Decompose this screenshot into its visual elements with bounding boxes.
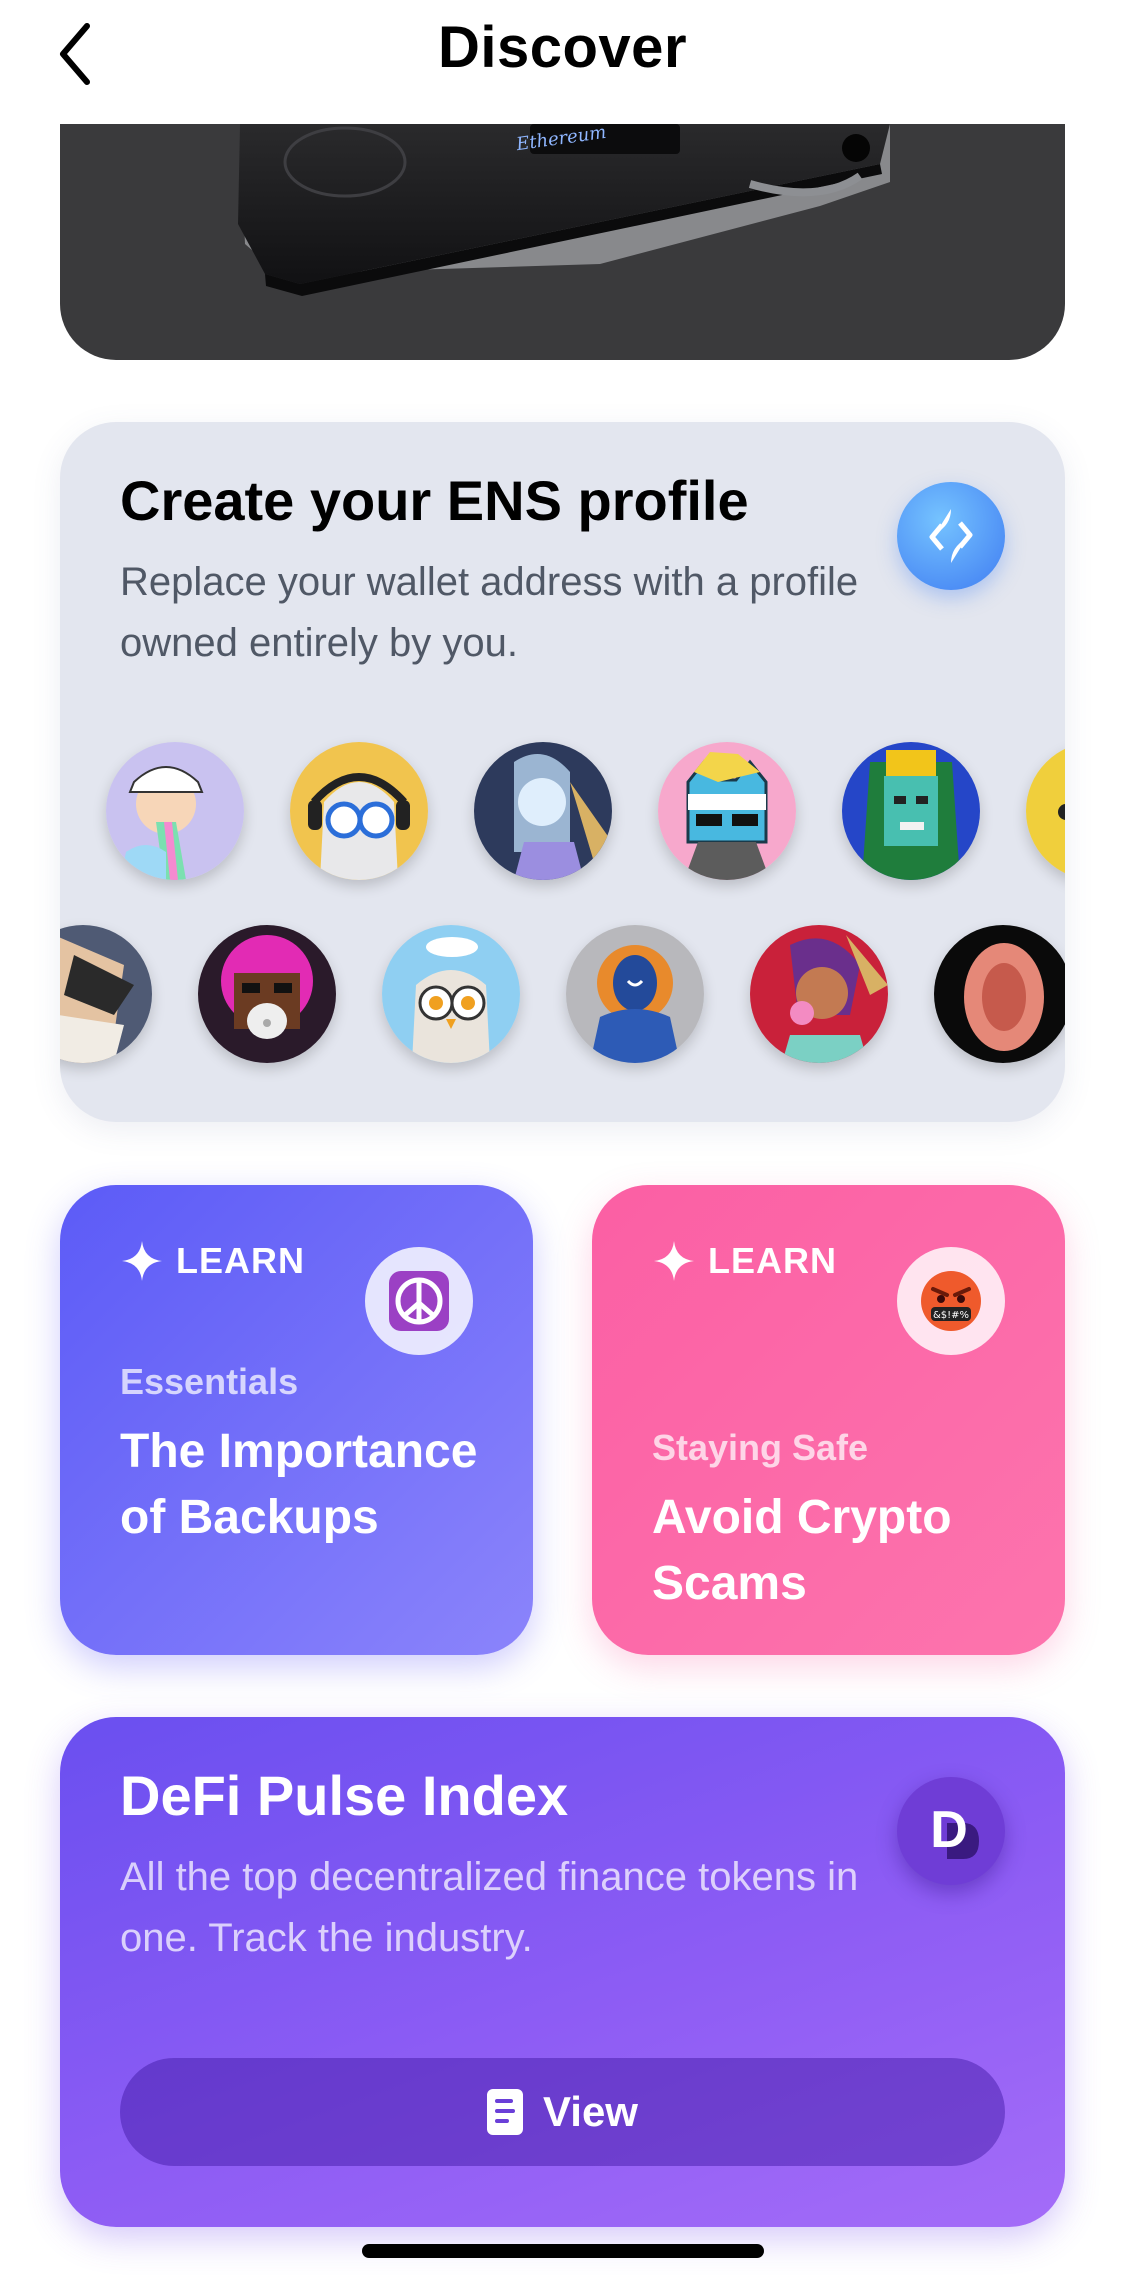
document-icon [487, 2089, 524, 2135]
nft-avatar [842, 742, 980, 880]
nft-avatar [566, 925, 704, 1063]
view-button[interactable]: View [120, 2058, 1005, 2166]
nft-avatar [60, 925, 152, 1063]
sparkle-icon [122, 1241, 162, 1281]
hardware-wallet-card[interactable]: Ethereum [60, 124, 1065, 360]
learn-tag-label: LEARN [708, 1240, 837, 1281]
nft-avatar [198, 925, 336, 1063]
ens-card-subtitle: Replace your wallet address with a profi… [120, 560, 859, 665]
learn-category: Staying Safe [652, 1427, 869, 1468]
nft-avatar [106, 742, 244, 880]
peace-icon [365, 1247, 473, 1355]
page-title: Discover [437, 15, 688, 80]
learn-card-scams[interactable]: LEARN &$!#% Staying Safe Avoid Crypto Sc… [592, 1185, 1065, 1655]
learn-tag: LEARN [652, 1239, 837, 1283]
learn-tag-label: LEARN [176, 1240, 305, 1281]
svg-text:&$!#%: &$!#% [933, 1310, 969, 1321]
sparkle-icon [654, 1241, 694, 1281]
nft-avatar [658, 742, 796, 880]
discover-scroll-view[interactable]: Ethereum Create your ENS profile Replace… [0, 124, 1125, 2284]
ens-profile-card[interactable]: Create your ENS profile Replace your wal… [60, 422, 1065, 1122]
learn-card-backups[interactable]: LEARN Essentials The Importance of Backu… [60, 1185, 533, 1655]
nft-avatar [934, 925, 1065, 1063]
defi-logo-letter: D [930, 1801, 968, 1859]
ens-logo-icon [897, 482, 1005, 590]
defi-card-title: DeFi Pulse Index [120, 1764, 569, 1827]
learn-category: Essentials [120, 1361, 299, 1402]
learn-title: The Importance of Backups [120, 1425, 478, 1544]
navigation-bar: Discover [0, 0, 1125, 124]
learn-title: Avoid Crypto Scams [652, 1491, 952, 1610]
home-indicator[interactable] [362, 2244, 764, 2258]
defi-pulse-index-card[interactable]: DeFi Pulse Index All the top decentraliz… [60, 1717, 1065, 2227]
nft-avatar [1026, 742, 1065, 880]
nft-avatar [290, 742, 428, 880]
defi-pulse-logo-icon: D [897, 1777, 1005, 1885]
hardware-wallet-image [238, 124, 890, 296]
ens-card-title: Create your ENS profile [120, 469, 749, 532]
defi-card-subtitle: All the top decentralized finance tokens… [120, 1855, 859, 1960]
nft-avatar [474, 742, 612, 880]
nft-avatar [750, 925, 888, 1063]
nft-avatar [382, 925, 520, 1063]
learn-tag: LEARN [120, 1239, 305, 1283]
angry-face-icon: &$!#% [897, 1247, 1005, 1355]
view-button-label: View [543, 2088, 638, 2135]
